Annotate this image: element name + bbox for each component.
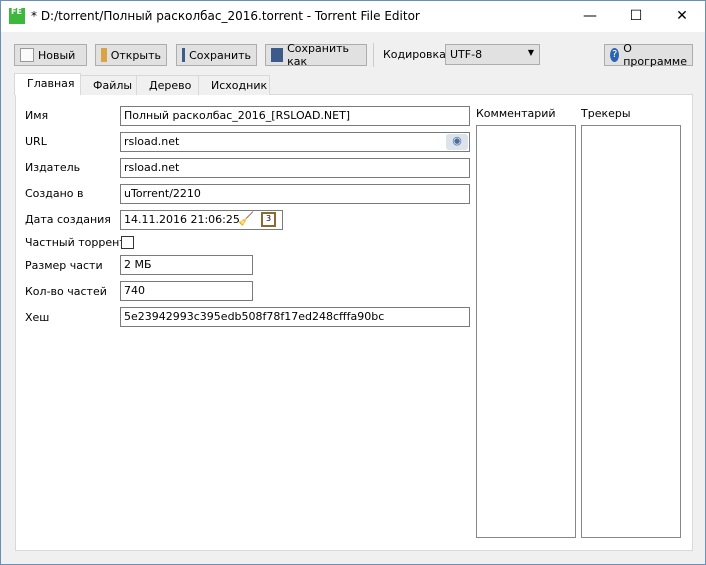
title-bar: FE * D:/torrent/Полный расколбас_2016.to… (1, 1, 705, 32)
trackers-textarea[interactable] (581, 125, 681, 538)
save-as-button[interactable]: Сохранить как (265, 42, 367, 68)
date-input[interactable]: 14.11.2016 21:06:25 (120, 210, 283, 230)
globe-icon[interactable]: ◉ (446, 134, 468, 150)
broom-icon[interactable]: 🧹 (238, 212, 254, 227)
open-button[interactable]: Открыть (95, 44, 167, 66)
publisher-input[interactable]: rsload.net (120, 158, 470, 178)
close-button[interactable]: ✕ (659, 1, 705, 32)
pieces-input[interactable]: 740 (120, 281, 253, 301)
calendar-icon[interactable]: 3 (261, 212, 276, 227)
encoding-label: Кодировка (383, 48, 446, 61)
new-button[interactable]: Новый (14, 44, 87, 66)
about-label: О программе (623, 42, 687, 68)
piece-size-label: Размер части (25, 259, 103, 272)
private-label: Частный торрент (25, 236, 126, 249)
url-value: rsload.net (124, 135, 180, 148)
url-input[interactable]: rsload.net (120, 132, 470, 152)
url-label: URL (25, 135, 47, 148)
floppy-icon (182, 48, 186, 62)
tab-tree[interactable]: Дерево (136, 75, 199, 95)
pieces-label: Кол-во частей (25, 285, 107, 298)
about-button[interactable]: ? О программе (604, 42, 693, 68)
tab-source[interactable]: Исходник (198, 75, 270, 95)
new-file-icon (20, 48, 34, 62)
date-label: Дата создания (25, 213, 111, 226)
encoding-select[interactable]: UTF-8 ▼ (445, 44, 540, 65)
app-icon: FE (9, 8, 25, 24)
created-by-input[interactable]: uTorrent/2210 (120, 184, 470, 204)
new-label: Новый (38, 48, 76, 62)
help-icon: ? (610, 48, 620, 62)
minimize-button[interactable]: — (567, 1, 613, 32)
save-button[interactable]: Сохранить (176, 44, 257, 66)
hash-input[interactable]: 5e23942993c395edb508f78f17ed248cfffa90bc (120, 307, 470, 327)
maximize-button[interactable]: ☐ (613, 1, 659, 32)
toolbar-separator (373, 43, 374, 67)
private-checkbox[interactable] (121, 236, 134, 249)
comment-label: Комментарий (476, 107, 556, 120)
save-as-label: Сохранить как (287, 42, 349, 68)
save-label: Сохранить (189, 48, 251, 62)
window-title: * D:/torrent/Полный расколбас_2016.torre… (31, 9, 420, 23)
folder-icon (101, 48, 107, 62)
comment-textarea[interactable] (476, 125, 576, 538)
tab-files[interactable]: Файлы (80, 75, 137, 95)
date-value: 14.11.2016 21:06:25 (124, 213, 240, 226)
encoding-value: UTF-8 (450, 48, 483, 61)
publisher-label: Издатель (25, 161, 81, 174)
hash-label: Хеш (25, 311, 50, 324)
chevron-down-icon: ▼ (527, 48, 534, 57)
open-label: Открыть (110, 48, 161, 62)
piece-size-input[interactable]: 2 МБ (120, 255, 253, 275)
created-by-label: Создано в (25, 187, 84, 200)
name-input[interactable]: Полный расколбас_2016_[RSLOAD.NET] (120, 106, 470, 126)
trackers-label: Трекеры (581, 107, 631, 120)
name-label: Имя (25, 109, 49, 122)
floppy-icon (271, 48, 284, 62)
tab-main[interactable]: Главная (14, 73, 81, 95)
